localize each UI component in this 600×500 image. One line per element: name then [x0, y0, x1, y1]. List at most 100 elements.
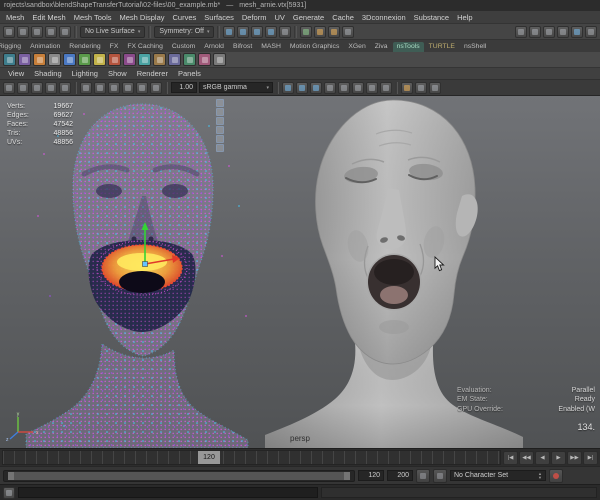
shelf-icon-9[interactable]: [123, 53, 136, 66]
shelf-icon-13[interactable]: [183, 53, 196, 66]
field-chart-icon[interactable]: [136, 81, 148, 94]
in-view-icon[interactable]: [216, 144, 224, 152]
shelf-icon-6[interactable]: [78, 53, 91, 66]
menu-surfaces[interactable]: Surfaces: [200, 13, 238, 22]
sidebar-channel-box-icon[interactable]: [543, 25, 555, 38]
redo-icon[interactable]: [59, 25, 71, 38]
auto-keyframe-toggle[interactable]: [549, 468, 563, 483]
snap-plane-icon[interactable]: [265, 25, 278, 38]
construction-history-icon[interactable]: [300, 25, 313, 38]
shelf-tab-xgen[interactable]: XGen: [344, 42, 369, 52]
exposure-field[interactable]: 1.00: [171, 82, 197, 93]
image-plane-icon[interactable]: [59, 81, 71, 94]
save-scene-icon[interactable]: [31, 25, 43, 38]
panel-menu-renderer[interactable]: Renderer: [133, 69, 172, 78]
panel-menu-shading[interactable]: Shading: [30, 69, 66, 78]
menu-generate[interactable]: Generate: [289, 13, 328, 22]
camera-attributes-icon[interactable]: [31, 81, 43, 94]
range-slider[interactable]: [3, 469, 355, 482]
in-view-icon[interactable]: [216, 126, 224, 134]
ipr-render-icon[interactable]: [328, 25, 341, 38]
in-view-icon[interactable]: [216, 117, 224, 125]
previous-key-button[interactable]: [519, 450, 534, 465]
shelf-tab-animation[interactable]: Animation: [26, 42, 64, 52]
shelf-icon-3[interactable]: [33, 53, 46, 66]
play-forward-button[interactable]: [551, 450, 566, 465]
shelf-tab-ziva[interactable]: Ziva: [371, 42, 392, 52]
menu-curves[interactable]: Curves: [169, 13, 201, 22]
sidebar-modeling-toolkit-icon[interactable]: [557, 25, 569, 38]
film-gate-icon[interactable]: [94, 81, 106, 94]
menu-edit-mesh[interactable]: Edit Mesh: [28, 13, 69, 22]
menu-cache[interactable]: Cache: [328, 13, 358, 22]
shelf-icon-15[interactable]: [213, 53, 226, 66]
sidebar-tool-settings-icon[interactable]: [529, 25, 541, 38]
script-editor-icon[interactable]: [3, 486, 15, 499]
shelf-tab-fx[interactable]: FX: [106, 42, 123, 52]
textured-mode-icon[interactable]: [310, 81, 322, 94]
in-view-icon[interactable]: [216, 135, 224, 143]
xray-joints-icon[interactable]: [429, 81, 441, 94]
shelf-tab-bifrost[interactable]: Bifrost: [229, 42, 256, 52]
symmetry-dropdown[interactable]: Symmetry: Off ▾: [154, 25, 215, 38]
panel-menu-lighting[interactable]: Lighting: [68, 69, 102, 78]
gamma-dropdown[interactable]: sRGB gamma ▾: [199, 82, 273, 93]
make-live-icon[interactable]: [279, 25, 292, 38]
shelf-icon-7[interactable]: [93, 53, 106, 66]
menu-substance[interactable]: Substance: [410, 13, 453, 22]
screen-space-ao-icon[interactable]: [352, 81, 364, 94]
shelf-tab-turtle[interactable]: TURTLE: [425, 42, 459, 52]
shelf-icon-2[interactable]: [18, 53, 31, 66]
resolution-gate-icon[interactable]: [108, 81, 120, 94]
snap-point-icon[interactable]: [251, 25, 264, 38]
safe-action-icon[interactable]: [150, 81, 162, 94]
shelf-icon-12[interactable]: [168, 53, 181, 66]
in-view-editor[interactable]: [216, 99, 224, 152]
shelf-icon-5[interactable]: [63, 53, 76, 66]
select-camera-icon[interactable]: [3, 81, 15, 94]
shelf-tab-motion-graphics[interactable]: Motion Graphics: [286, 42, 344, 52]
anti-aliasing-icon[interactable]: [380, 81, 392, 94]
playback-end-field[interactable]: 200: [387, 470, 413, 481]
range-slider-bar[interactable]: [8, 471, 350, 480]
time-slider[interactable]: 120: [2, 450, 501, 465]
panel-menu-show[interactable]: Show: [104, 69, 131, 78]
shadows-toggle-icon[interactable]: [338, 81, 350, 94]
sidebar-attr-editor-icon[interactable]: [515, 25, 527, 38]
isolate-select-icon[interactable]: [401, 81, 413, 94]
shelf-icon-1[interactable]: [3, 53, 16, 66]
menu-deform[interactable]: Deform: [238, 13, 271, 22]
render-settings-icon[interactable]: [342, 25, 355, 38]
lighting-toggle-icon[interactable]: [324, 81, 336, 94]
viewport-persp[interactable]: Verts: 19667 Edges: 69627 Faces: 47542 T…: [0, 96, 600, 448]
menu-3dconnexion[interactable]: 3Dconnexion: [358, 13, 410, 22]
menu-help[interactable]: Help: [453, 13, 476, 22]
render-icon[interactable]: [314, 25, 327, 38]
live-surface-dropdown[interactable]: No Live Surface ▾: [80, 25, 146, 38]
range-start-handle[interactable]: [8, 471, 14, 480]
lock-camera-icon[interactable]: [17, 81, 29, 94]
menu-uv[interactable]: UV: [270, 13, 288, 22]
animation-preferences-icon[interactable]: [433, 468, 447, 483]
bookmark-icon[interactable]: [45, 81, 57, 94]
wireframe-mode-icon[interactable]: [282, 81, 294, 94]
shelf-tab-rendering[interactable]: Rendering: [65, 42, 104, 52]
go-to-start-button[interactable]: [503, 450, 518, 465]
menu-mesh[interactable]: Mesh: [2, 13, 28, 22]
next-key-button[interactable]: [567, 450, 582, 465]
shelf-tab-mash[interactable]: MASH: [257, 42, 285, 52]
menu-mesh-display[interactable]: Mesh Display: [116, 13, 169, 22]
in-view-icon[interactable]: [216, 108, 224, 116]
current-time-indicator[interactable]: 120: [198, 451, 220, 464]
range-end-handle[interactable]: [344, 471, 350, 480]
shelf-tab-fx-caching[interactable]: FX Caching: [123, 42, 167, 52]
shelf-icon-8[interactable]: [108, 53, 121, 66]
shelf-icon-10[interactable]: [138, 53, 151, 66]
open-scene-icon[interactable]: [17, 25, 29, 38]
command-line-input[interactable]: [18, 487, 318, 498]
step-back-button[interactable]: [535, 450, 550, 465]
shelf-icon-4[interactable]: [48, 53, 61, 66]
shelf-icon-14[interactable]: [198, 53, 211, 66]
shelf-tab-rigging[interactable]: Rigging: [0, 42, 25, 52]
panel-menu-view[interactable]: View: [4, 69, 28, 78]
